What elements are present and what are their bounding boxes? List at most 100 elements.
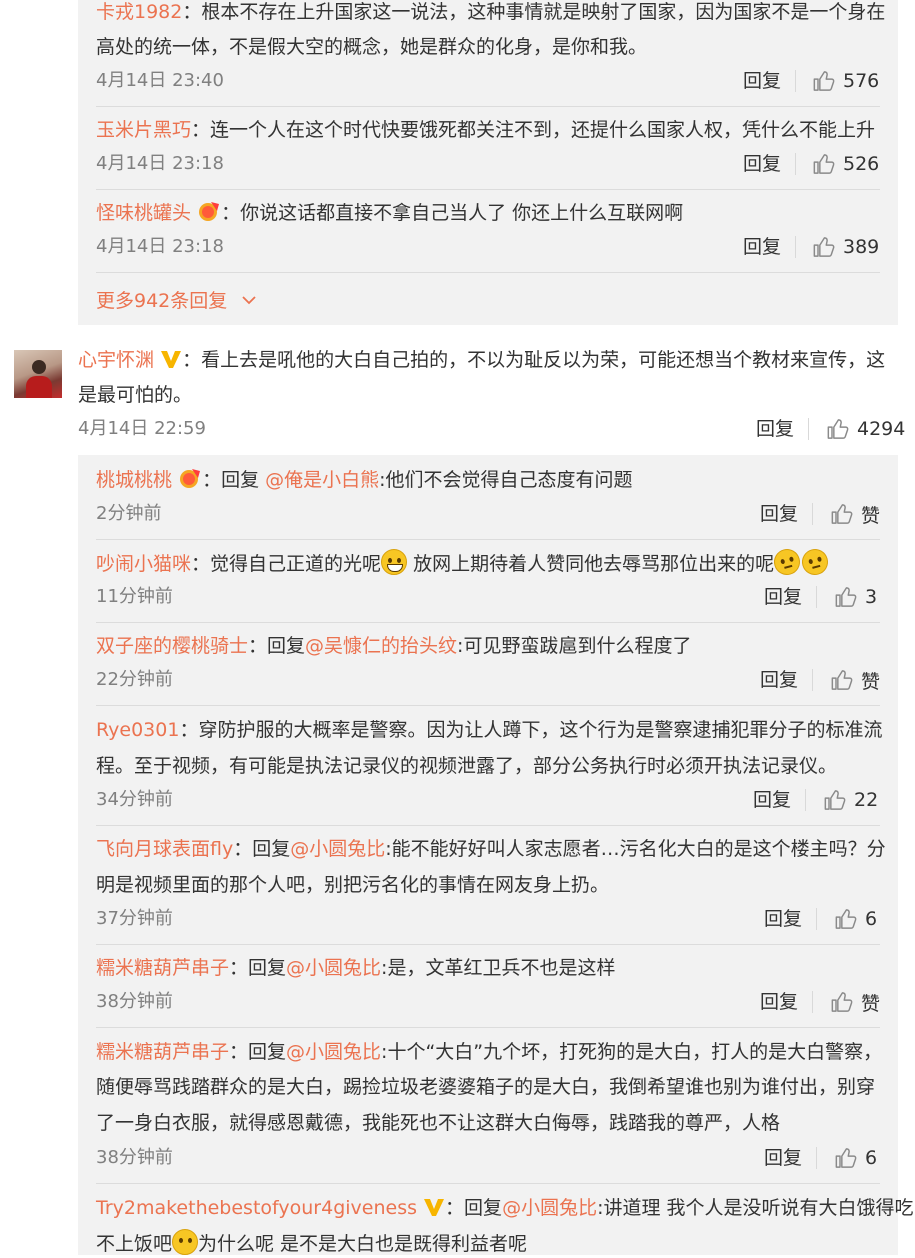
reply-username[interactable]: 飞向月球表面fly <box>96 838 233 860</box>
action-divider <box>795 236 796 258</box>
mention-link[interactable]: @吴慷仁的抬头纹 <box>305 635 457 657</box>
reply-text: 吵闹小猫咪：觉得自己正道的光呢 放网上期待着人赞同他去辱骂那位出来的呢 <box>96 546 831 578</box>
reply-username[interactable]: 卡戎1982 <box>96 1 182 23</box>
like-button[interactable]: 3 <box>834 585 877 609</box>
reply-username[interactable]: 怪味桃罐头 <box>96 202 191 224</box>
mention-link[interactable]: @小圆兔比 <box>286 957 381 979</box>
reply-text-line2: 随便辱骂践踏群众的是大白，踢捡垃圾老婆婆箱子的是大白，我倒希望谁也别为谁付出，别… <box>96 1076 876 1098</box>
like-count: 576 <box>843 70 880 92</box>
reply-timestamp: 4月14日 23:40 <box>96 70 224 91</box>
action-divider <box>808 418 809 440</box>
action-divider <box>795 70 796 92</box>
avatar[interactable] <box>14 350 62 398</box>
reply-button[interactable]: 回复 <box>764 1146 802 1170</box>
divider <box>96 705 880 706</box>
comment-username[interactable]: 心宇怀渊 <box>78 349 154 371</box>
reply-button[interactable]: 回复 <box>753 788 791 812</box>
reply-text: 桃城桃桃 ：回复 @俺是小白熊:他们不会觉得自己态度有问题 <box>96 466 633 497</box>
like-count: 6 <box>865 1147 878 1169</box>
comment-text-line2: 是最可怕的。 <box>78 384 193 406</box>
reply-username[interactable]: 玉米片黑巧 <box>96 119 191 141</box>
comment-timestamp: 4月14日 22:59 <box>78 418 206 439</box>
mention-link[interactable]: @小圆兔比 <box>290 838 385 860</box>
thumbs-up-icon <box>831 504 853 524</box>
member-badge-icon <box>197 200 221 230</box>
like-count: 526 <box>843 153 880 175</box>
reply-button[interactable]: 回复 <box>764 907 802 931</box>
thumbs-up-icon <box>835 1148 857 1168</box>
reply-button[interactable]: 回复 <box>756 417 794 441</box>
reply-text: Try2makethebestofyour4giveness ：回复@小圆兔比:… <box>96 1194 914 1225</box>
mention-link[interactable]: @俺是小白熊 <box>265 469 379 491</box>
member-badge-icon <box>178 467 202 497</box>
verified-v-icon <box>160 349 182 377</box>
reply-text-line2: 程。至于视频，有可能是执法记录仪的视频泄露了，部分公务执行时必须开执法记录仪。 <box>96 755 838 777</box>
reply-text: Rye0301：穿防护服的大概率是警察。因为让人蹲下，这个行为是警察逮捕犯罪分子… <box>96 719 883 741</box>
reply-text: 糯米糖葫芦串子：回复@小圆兔比:是，文革红卫兵不也是这样 <box>96 957 616 979</box>
reply-button[interactable]: 回复 <box>760 668 798 692</box>
reply-button[interactable]: 回复 <box>743 69 781 93</box>
like-count: 6 <box>865 908 878 930</box>
like-count: 赞 <box>861 670 881 693</box>
like-button[interactable]: 赞 <box>830 990 880 1015</box>
like-button[interactable]: 22 <box>823 788 878 812</box>
divider <box>96 1183 880 1184</box>
action-divider <box>816 908 817 930</box>
like-button[interactable]: 赞 <box>830 502 881 527</box>
thumbs-up-icon <box>835 909 857 929</box>
reply-username[interactable]: 吵闹小猫咪 <box>96 553 191 575</box>
like-button[interactable]: 6 <box>834 907 877 931</box>
reply-text: 玉米片黑巧：连一个人在这个时代快要饿死都关注不到，还提什么国家人权，凭什么不能上… <box>96 119 876 141</box>
reply-username[interactable]: 糯米糖葫芦串子 <box>96 957 229 979</box>
divider <box>96 1027 880 1028</box>
chevron-down-icon <box>242 296 256 305</box>
reply-text-line3: 了一身白衣服，就得感恩戴德，我能死也不让这群大白侮辱，践踏我的尊严，人格 <box>96 1112 781 1134</box>
like-button[interactable]: 576 <box>812 69 879 93</box>
thinking-emoji-icon <box>771 546 803 578</box>
reply-username[interactable]: Try2makethebestofyour4giveness <box>96 1197 417 1219</box>
reply-username[interactable]: Rye0301 <box>96 719 179 741</box>
action-divider <box>816 1147 817 1169</box>
reply-timestamp: 38分钟前 <box>96 1147 173 1168</box>
like-count: 4294 <box>857 418 906 440</box>
like-button[interactable]: 4294 <box>826 417 905 441</box>
action-divider <box>812 669 813 691</box>
like-button[interactable]: 389 <box>812 235 879 259</box>
reply-button[interactable]: 回复 <box>743 152 781 176</box>
reply-timestamp: 4月14日 23:18 <box>96 236 224 257</box>
divider <box>96 944 880 945</box>
thumbs-up-icon <box>813 237 835 257</box>
reply-timestamp: 11分钟前 <box>96 586 173 607</box>
action-divider <box>812 503 813 525</box>
like-count: 22 <box>854 789 879 811</box>
action-divider <box>795 153 796 175</box>
divider <box>96 825 880 826</box>
reply-button[interactable]: 回复 <box>743 235 781 259</box>
action-divider <box>805 789 806 811</box>
like-button[interactable]: 赞 <box>830 668 881 693</box>
more-replies-link[interactable]: 更多942条回复 <box>96 286 257 313</box>
mention-link[interactable]: @小圆兔比 <box>286 1041 381 1063</box>
reply-username[interactable]: 糯米糖葫芦串子 <box>96 1041 229 1063</box>
thinking-emoji-icon <box>799 546 831 578</box>
reply-text-line2: 不上饭吧 为什么呢 是不是大白也是既得利益者呢 <box>96 1229 527 1258</box>
like-button[interactable]: 526 <box>812 152 879 176</box>
emoji-icon <box>172 1229 199 1255</box>
like-button[interactable]: 6 <box>834 1146 877 1170</box>
like-count: 赞 <box>861 504 881 527</box>
reply-button[interactable]: 回复 <box>760 990 798 1014</box>
action-divider <box>816 586 817 608</box>
reply-username[interactable]: 双子座的樱桃骑士 <box>96 635 248 657</box>
reply-text-line2: 明是视频里面的那个人吧，别把污名化的事情在网友身上扔。 <box>96 874 610 896</box>
divider <box>96 106 880 107</box>
action-divider <box>812 991 813 1013</box>
reply-text: 糯米糖葫芦串子：回复@小圆兔比:十个“大白”九个坏，打死狗的是大白，打人的是大白… <box>96 1041 883 1063</box>
reply-username[interactable]: 桃城桃桃 <box>96 469 172 491</box>
reply-timestamp: 2分钟前 <box>96 503 162 524</box>
reply-timestamp: 34分钟前 <box>96 789 173 810</box>
reply-text: 卡戎1982：根本不存在上升国家这一说法，这种事情就是映射了国家，因为国家不是一… <box>96 1 886 23</box>
reply-button[interactable]: 回复 <box>760 502 798 526</box>
reply-button[interactable]: 回复 <box>764 585 802 609</box>
mention-link[interactable]: @小圆兔比 <box>502 1197 597 1219</box>
thumbs-up-icon <box>835 587 857 607</box>
